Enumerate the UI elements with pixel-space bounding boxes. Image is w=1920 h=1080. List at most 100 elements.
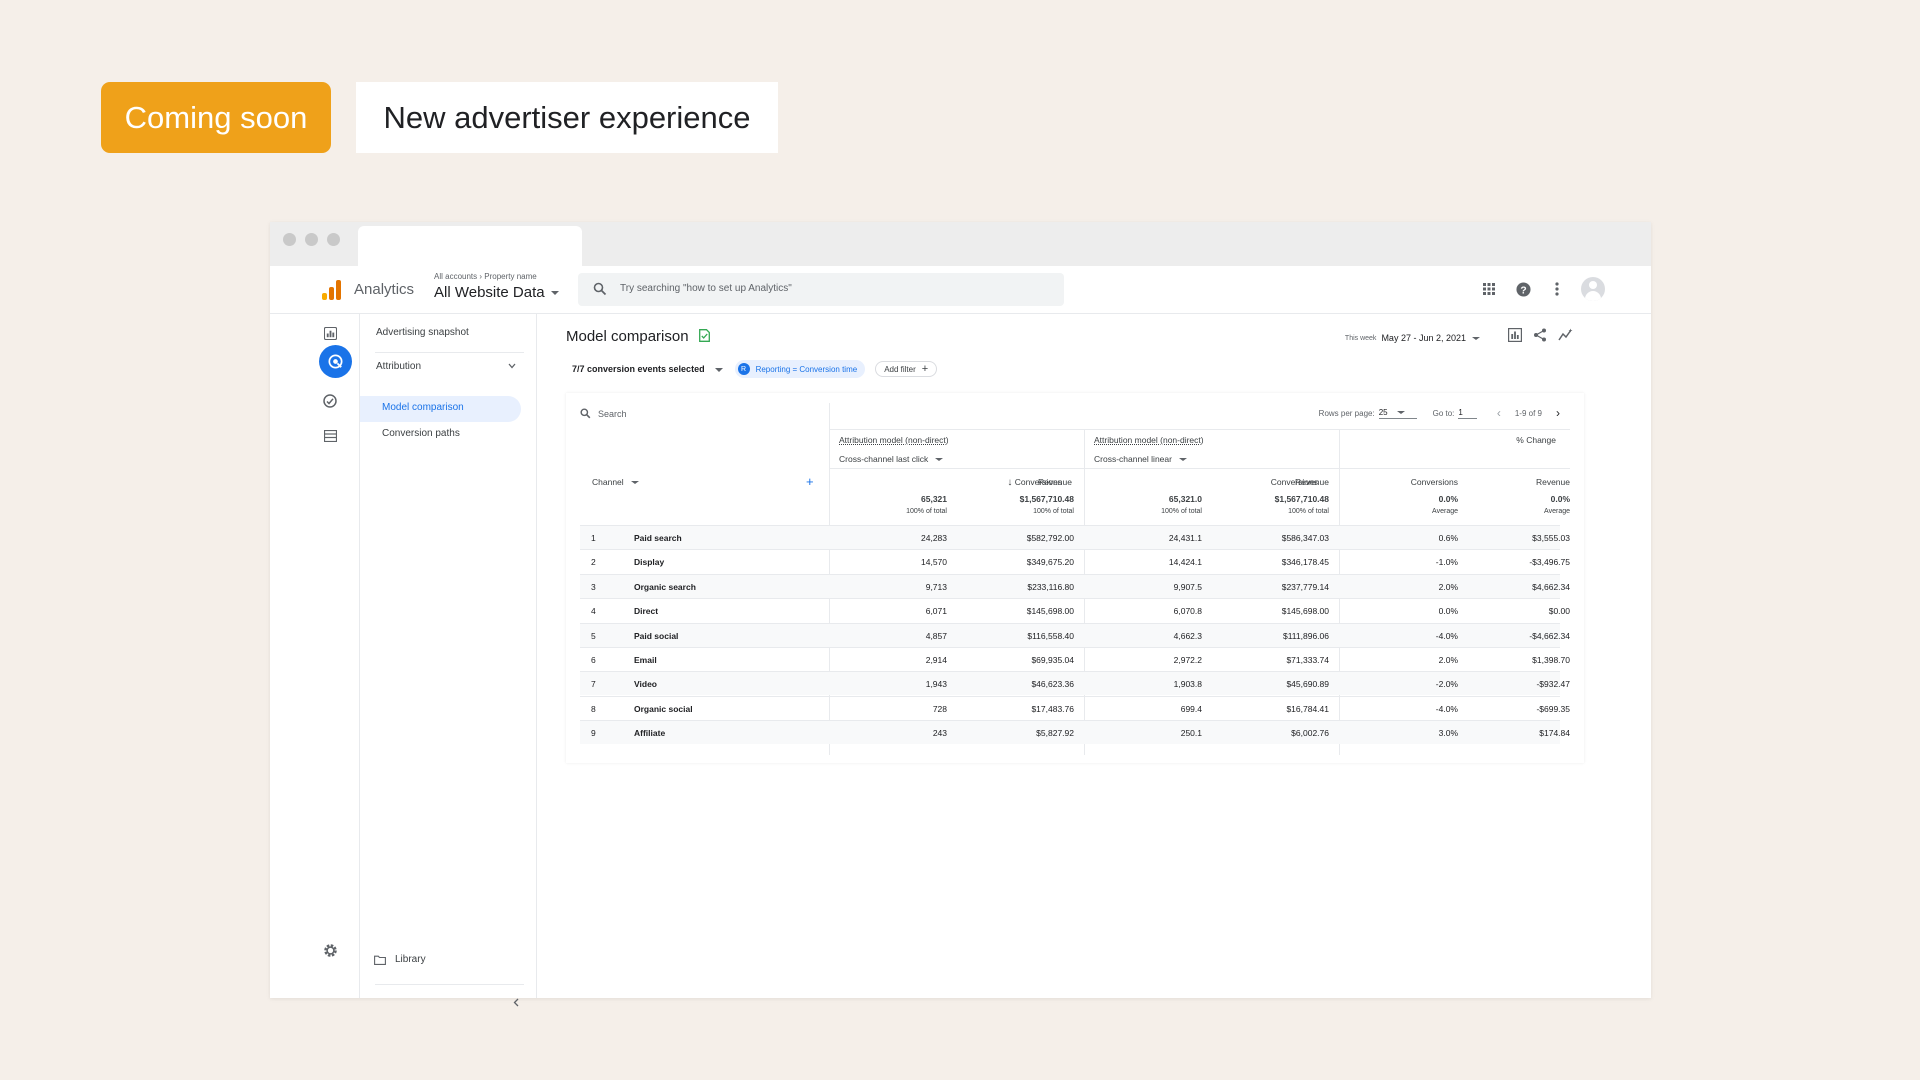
- row-revenue-b: $45,690.89: [1286, 679, 1329, 690]
- table-row[interactable]: 4 Direct 6,071 $145,698.00 6,070.8 $145,698.0…: [580, 598, 1570, 622]
- date-range-label: May 27 - Jun 2, 2021: [1381, 333, 1466, 343]
- date-prefix: This week: [1344, 334, 1377, 342]
- col-revenue-a[interactable]: Revenue: [986, 477, 1072, 487]
- explore-check-icon[interactable]: [320, 391, 340, 411]
- row-change-revenue: $174.84: [1539, 728, 1570, 739]
- app-name: Analytics: [354, 281, 415, 298]
- row-index: 8: [591, 703, 596, 714]
- insights-sparkline-icon[interactable]: [1558, 328, 1573, 347]
- goto-input[interactable]: 1: [1458, 408, 1477, 419]
- breadcrumb-accounts[interactable]: All accounts: [434, 272, 477, 281]
- more-vert-icon[interactable]: [1547, 279, 1567, 299]
- dimension-selector[interactable]: Channel: [592, 477, 639, 487]
- customize-report-icon[interactable]: [1508, 328, 1523, 347]
- row-change-conversions: -4.0%: [1435, 703, 1458, 714]
- row-channel: Organic search: [634, 581, 696, 592]
- row-change-conversions: -4.0%: [1435, 630, 1458, 641]
- list-view-icon[interactable]: [320, 426, 340, 446]
- property-selected-label: All Website Data: [434, 284, 545, 301]
- filter-row: 7/7 conversion events selected R Reporti…: [572, 360, 938, 378]
- total-change-revenue: 0.0%: [1550, 494, 1570, 504]
- group-a-title: Attribution model (non-direct): [839, 435, 949, 445]
- apps-grid-icon[interactable]: [1479, 279, 1499, 299]
- row-revenue-b: $586,347.03: [1281, 533, 1329, 543]
- breadcrumb[interactable]: All accounts › Property name: [434, 272, 537, 281]
- header-divider: [829, 429, 1570, 430]
- prev-page-icon[interactable]: ‹: [1497, 406, 1501, 420]
- plus-icon: +: [921, 363, 929, 375]
- row-channel: Direct: [634, 606, 659, 617]
- row-conversions-a: 6,071: [925, 606, 947, 617]
- row-change-conversions: 0.0%: [1438, 606, 1458, 617]
- row-change-revenue: -$3,496.75: [1529, 557, 1570, 568]
- row-revenue-a: $5,827.92: [1036, 728, 1074, 739]
- goto-label: Go to:: [1432, 408, 1455, 418]
- row-revenue-b: $71,333.74: [1286, 655, 1329, 665]
- share-icon[interactable]: [1533, 328, 1547, 347]
- nav-advertising-snapshot[interactable]: Advertising snapshot: [376, 327, 469, 338]
- left-rail: [270, 314, 360, 998]
- total-conversions-b: 65,321.0: [1168, 494, 1202, 504]
- group-b-model-label: Cross-channel linear: [1094, 454, 1172, 464]
- nav-model-comparison-label: Model comparison: [382, 402, 464, 413]
- total-conversions-a: 65,321: [921, 494, 947, 504]
- row-conversions-b: 250.1: [1180, 728, 1202, 739]
- table-row[interactable]: 3 Organic search 9,713 $233,116.80 9,907.5 $2…: [580, 573, 1570, 598]
- nav-conversion-paths[interactable]: Conversion paths: [382, 428, 460, 439]
- help-icon[interactable]: ?: [1513, 279, 1533, 299]
- next-page-icon[interactable]: ›: [1556, 406, 1560, 420]
- row-conversions-a: 728: [932, 703, 947, 714]
- reporting-filter-chip[interactable]: R Reporting = Conversion time: [734, 360, 866, 378]
- table-row[interactable]: 9 Affiliate 243 $5,827.92 250.1 $6,002.76 3.0%…: [580, 720, 1570, 745]
- svg-text:?: ?: [1520, 285, 1526, 296]
- row-channel: Paid search: [634, 533, 682, 543]
- table-row[interactable]: 2 Display 14,570 $349,675.20 14,424.1 $346,17…: [580, 549, 1570, 573]
- row-conversions-a: 1,943: [925, 679, 947, 690]
- row-channel: Affiliate: [634, 728, 666, 739]
- avatar[interactable]: [1581, 277, 1605, 301]
- group-a-model-select[interactable]: Cross-channel last click: [839, 454, 944, 464]
- row-index: 4: [591, 606, 596, 617]
- table-row[interactable]: 8 Organic social 728 $17,483.76 699.4 $16,784…: [580, 695, 1570, 720]
- promo-headline: New advertiser experience: [356, 82, 778, 153]
- col-revenue-c: Revenue: [1535, 477, 1570, 487]
- browser-tab[interactable]: [358, 226, 582, 266]
- reporting-chip-icon: R: [737, 363, 750, 375]
- window-minimize-dot[interactable]: [305, 233, 318, 246]
- breadcrumb-property[interactable]: Property name: [484, 272, 536, 281]
- table-search[interactable]: Search: [580, 408, 627, 419]
- row-revenue-b: $16,784.41: [1286, 703, 1329, 714]
- date-range-selector[interactable]: This week May 27 - Jun 2, 2021: [1345, 333, 1480, 343]
- search-placeholder: Try searching "how to set up Analytics": [620, 283, 792, 294]
- row-change-conversions: 3.0%: [1438, 728, 1458, 739]
- search-icon: [593, 282, 607, 296]
- caret-down-icon: [1472, 336, 1480, 340]
- window-close-dot[interactable]: [283, 233, 296, 246]
- collapse-chevron-left-icon[interactable]: [513, 998, 519, 1007]
- advertising-target-icon[interactable]: [319, 345, 352, 378]
- group-c-title: % Change: [1516, 435, 1556, 445]
- row-change-conversions: 2.0%: [1438, 581, 1458, 592]
- rows-per-page-value: 25: [1378, 407, 1388, 417]
- add-dimension-plus-icon[interactable]: +: [806, 474, 814, 489]
- add-filter-button[interactable]: Add filter +: [875, 361, 938, 377]
- nav-attribution-group[interactable]: Attribution: [376, 361, 516, 372]
- property-selector[interactable]: All Website Data: [434, 284, 559, 301]
- rows-per-page-select[interactable]: 25: [1378, 407, 1417, 419]
- table-row[interactable]: 1 Paid search 24,283 $582,792.00 24,431.1 $58…: [580, 525, 1570, 549]
- table-row[interactable]: 7 Video 1,943 $46,623.36 1,903.8 $45,690.89 -2…: [580, 671, 1570, 696]
- reports-bar-chart-icon[interactable]: [320, 323, 340, 343]
- search-bar[interactable]: Try searching "how to set up Analytics": [578, 273, 1064, 306]
- total-revenue-b-sub: 100% of total: [1288, 508, 1329, 515]
- admin-gear-icon[interactable]: [320, 940, 340, 960]
- row-revenue-b: $237,779.14: [1281, 581, 1329, 592]
- table-row[interactable]: 6 Email 2,914 $69,935.04 2,972.2 $71,333.74 2.…: [580, 647, 1570, 671]
- browser-titlebar: [270, 222, 1651, 266]
- nav-library[interactable]: Library: [374, 954, 426, 965]
- window-maximize-dot[interactable]: [327, 233, 340, 246]
- group-b-model-select[interactable]: Cross-channel linear: [1094, 454, 1187, 464]
- conversion-events-selector[interactable]: 7/7 conversion events selected: [572, 364, 723, 374]
- table-row[interactable]: 5 Paid social 4,857 $116,558.40 4,662.3 $111,…: [580, 622, 1570, 647]
- row-change-revenue: $0.00: [1548, 606, 1570, 617]
- reporting-chip-label: Reporting = Conversion time: [755, 364, 858, 374]
